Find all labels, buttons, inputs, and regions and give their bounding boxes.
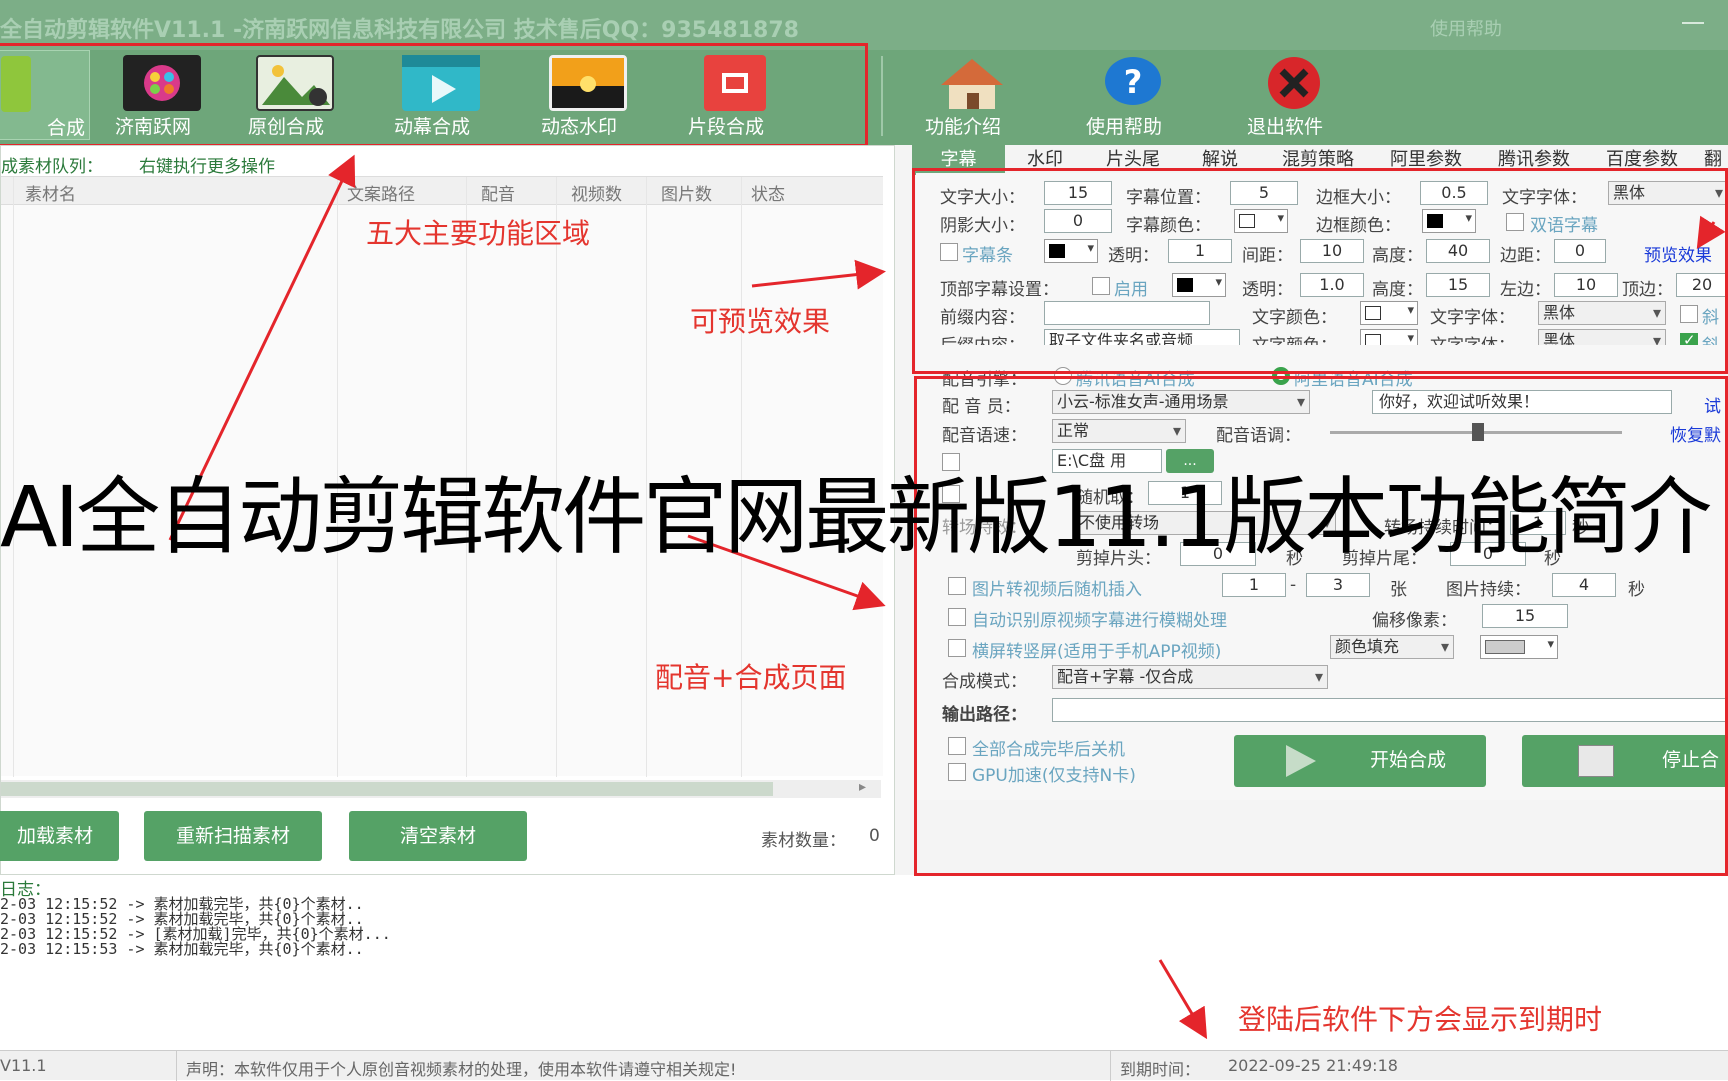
arrow-to-preview [1696, 215, 1726, 250]
overlay-banner-text: AI全自动剪辑软件官网最新版11.1版本功能简介 [0, 468, 1712, 566]
arrow-to-subtitle [751, 259, 886, 290]
arrow-to-statusbar [1158, 959, 1208, 1040]
